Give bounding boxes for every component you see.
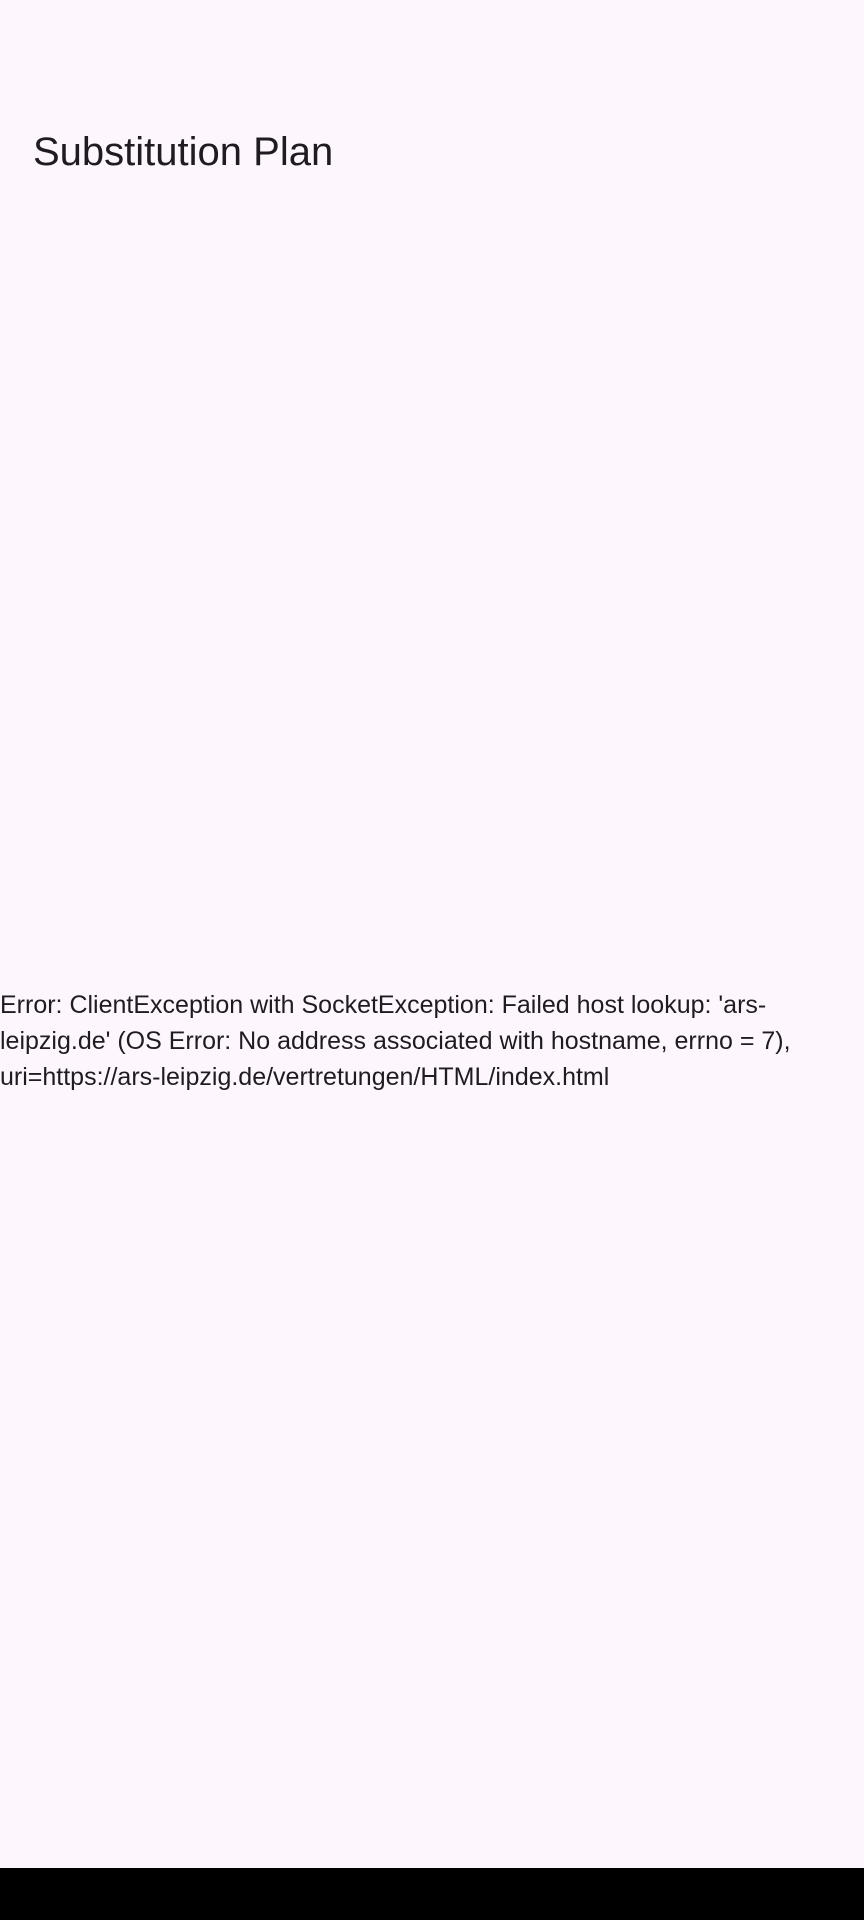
app-bar: Substitution Plan	[0, 0, 864, 200]
system-navigation-bar	[0, 1868, 864, 1920]
page-title: Substitution Plan	[33, 130, 334, 174]
error-message: Error: ClientException with SocketExcept…	[0, 991, 791, 1091]
